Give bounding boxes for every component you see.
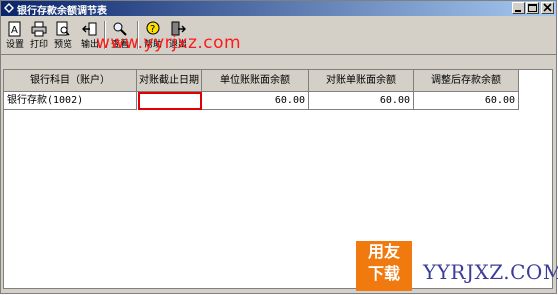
app-icon (4, 3, 14, 13)
preview-icon (56, 21, 70, 36)
settings-icon: A (8, 21, 21, 37)
reconciliation-table: 银行科目（账户） 对账截止日期 单位账账面余额 对账单账面余额 调整后存款余额 … (3, 69, 553, 289)
app-window: 银行存款余额调节表 A 设置 打印 预览 输出 查看 ? 帮助 退出 www.y… (0, 0, 558, 294)
brand-site-text: YYRJXZ.COM (423, 260, 558, 284)
watermark-url: www.yyrjxz.com (96, 33, 242, 53)
column-header-cutoff-date[interactable]: 对账截止日期 (137, 70, 202, 92)
minimize-button[interactable] (512, 2, 525, 14)
close-button[interactable] (541, 2, 554, 14)
cell-book-balance[interactable]: 60.00 (202, 92, 309, 110)
column-header-adjusted-balance[interactable]: 调整后存款余额 (414, 70, 519, 92)
settings-button[interactable]: A 设置 (4, 20, 26, 50)
brand-logo: 用友 下载 (356, 241, 412, 291)
maximize-button[interactable] (526, 2, 539, 14)
printer-icon (31, 21, 47, 37)
brand-line-2: 下载 (367, 264, 400, 283)
window-title: 银行存款余额调节表 (17, 6, 107, 17)
brand-line-1: 用友 (367, 242, 400, 261)
cell-statement-balance[interactable]: 60.00 (309, 92, 414, 110)
title-bar[interactable]: 银行存款余额调节表 (1, 1, 556, 17)
print-button[interactable]: 打印 (28, 20, 50, 50)
preview-button[interactable]: 预览 (52, 20, 74, 50)
preview-label: 预览 (53, 40, 72, 50)
cell-bank-account[interactable]: 银行存款(1002) (4, 92, 137, 110)
toolbar: A 设置 打印 预览 输出 查看 ? 帮助 退出 (1, 17, 556, 55)
column-header-statement-balance[interactable]: 对账单账面余额 (309, 70, 414, 92)
column-header-book-balance[interactable]: 单位账账面余额 (202, 70, 309, 92)
cell-adjusted-balance[interactable]: 60.00 (414, 92, 519, 110)
column-header-bank-account[interactable]: 银行科目（账户） (4, 70, 137, 92)
svg-text:A: A (11, 25, 18, 36)
cell-cutoff-date[interactable] (138, 92, 202, 110)
